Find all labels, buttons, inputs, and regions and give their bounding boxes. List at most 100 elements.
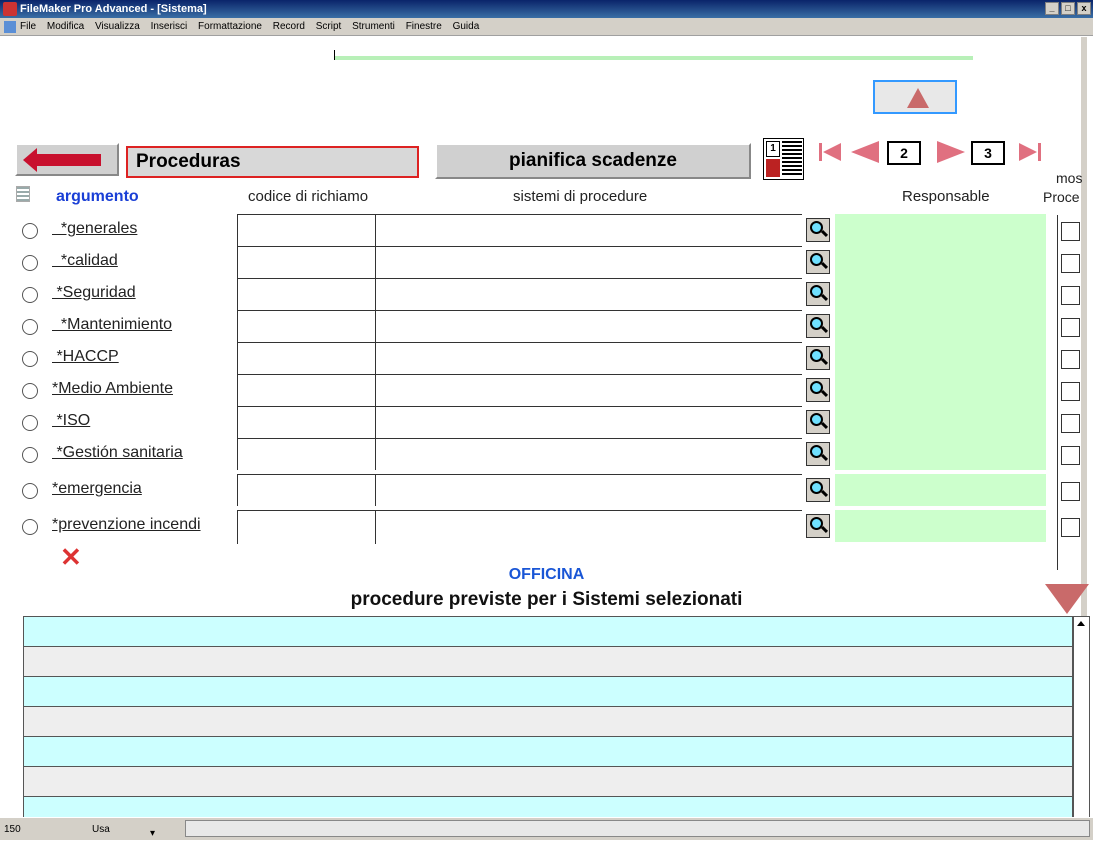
next-record-button[interactable] — [935, 141, 969, 163]
horizontal-scrollbar[interactable] — [185, 820, 1090, 837]
menu-file[interactable]: File — [20, 21, 36, 32]
procedures-portal[interactable] — [23, 616, 1073, 820]
argomento-link[interactable]: *HACCP — [52, 348, 118, 366]
show-checkbox[interactable] — [1061, 518, 1080, 537]
scroll-down-button[interactable] — [1045, 584, 1089, 620]
argomento-link[interactable]: *calidad — [52, 252, 118, 270]
menu-strumenti[interactable]: Strumenti — [352, 21, 395, 32]
menu-guida[interactable]: Guida — [453, 21, 480, 32]
system-field[interactable] — [375, 246, 802, 278]
search-icon[interactable] — [806, 282, 830, 306]
portal-row[interactable] — [24, 707, 1072, 737]
show-checkbox[interactable] — [1061, 382, 1080, 401]
row-radio[interactable] — [22, 415, 38, 431]
search-icon[interactable] — [806, 514, 830, 538]
back-button[interactable] — [15, 143, 119, 176]
system-field[interactable] — [375, 474, 802, 506]
row-radio[interactable] — [22, 447, 38, 463]
search-icon[interactable] — [806, 250, 830, 274]
show-checkbox[interactable] — [1061, 286, 1080, 305]
plan-deadlines-button[interactable]: pianifica scadenze — [435, 143, 751, 179]
last-record-button[interactable] — [1019, 141, 1043, 163]
system-field[interactable] — [375, 278, 802, 310]
system-field[interactable] — [375, 374, 802, 406]
responsabile-field[interactable] — [835, 278, 1046, 310]
argomento-link[interactable]: *Medio Ambiente — [52, 380, 173, 398]
portal-row[interactable] — [24, 647, 1072, 677]
search-icon[interactable] — [806, 346, 830, 370]
first-record-button[interactable] — [819, 141, 843, 163]
close-button[interactable]: x — [1077, 2, 1091, 15]
system-field[interactable] — [375, 438, 802, 470]
row-radio[interactable] — [22, 351, 38, 367]
scroll-up-button[interactable] — [873, 80, 957, 114]
system-field[interactable] — [375, 342, 802, 374]
argomento-link[interactable]: *emergencia — [52, 480, 142, 498]
chevron-down-icon[interactable]: ▾ — [150, 824, 160, 839]
show-checkbox[interactable] — [1061, 414, 1080, 433]
row-radio[interactable] — [22, 483, 38, 499]
search-icon[interactable] — [806, 478, 830, 502]
responsabile-field[interactable] — [835, 510, 1046, 542]
responsabile-field[interactable] — [835, 438, 1046, 470]
maximize-button[interactable]: □ — [1061, 2, 1075, 15]
search-icon[interactable] — [806, 442, 830, 466]
portal-row[interactable] — [24, 617, 1072, 647]
show-checkbox[interactable] — [1061, 222, 1080, 241]
menu-formattazione[interactable]: Formattazione — [198, 21, 262, 32]
row-radio[interactable] — [22, 255, 38, 271]
row-radio[interactable] — [22, 287, 38, 303]
row-radio[interactable] — [22, 319, 38, 335]
responsabile-field[interactable] — [835, 474, 1046, 506]
argomento-link[interactable]: *prevenzione incendi — [52, 516, 201, 534]
search-icon[interactable] — [806, 314, 830, 338]
menu-inserisci[interactable]: Inserisci — [151, 21, 188, 32]
portal-scrollbar[interactable] — [1073, 616, 1090, 820]
code-field[interactable] — [237, 310, 376, 342]
code-field[interactable] — [237, 510, 376, 544]
system-field[interactable] — [375, 406, 802, 438]
argomento-link[interactable]: *Seguridad — [52, 284, 135, 302]
argomento-link[interactable]: *Mantenimiento — [52, 316, 172, 334]
row-radio[interactable] — [22, 383, 38, 399]
zoom-level[interactable]: 150 — [4, 820, 21, 840]
mode-selector[interactable]: Usa — [92, 820, 110, 840]
code-field[interactable] — [237, 438, 376, 470]
responsabile-field[interactable] — [835, 214, 1046, 246]
search-icon[interactable] — [806, 218, 830, 242]
system-field[interactable] — [375, 310, 802, 342]
responsabile-field[interactable] — [835, 342, 1046, 374]
show-checkbox[interactable] — [1061, 446, 1080, 465]
minimize-button[interactable]: _ — [1045, 2, 1059, 15]
code-field[interactable] — [237, 214, 376, 246]
code-field[interactable] — [237, 278, 376, 310]
code-field[interactable] — [237, 246, 376, 278]
show-checkbox[interactable] — [1061, 318, 1080, 337]
system-field[interactable] — [375, 214, 802, 246]
system-field[interactable] — [375, 510, 802, 544]
scroll-up-arrow-icon[interactable] — [1077, 621, 1085, 626]
row-radio[interactable] — [22, 223, 38, 239]
report-film-icon[interactable]: 1 — [763, 138, 804, 180]
menu-script[interactable]: Script — [316, 21, 342, 32]
code-field[interactable] — [237, 374, 376, 406]
argomento-link[interactable]: *Gestión sanitaria — [52, 444, 182, 462]
responsabile-field[interactable] — [835, 406, 1046, 438]
responsabile-field[interactable] — [835, 374, 1046, 406]
previous-record-button[interactable] — [847, 141, 881, 163]
show-checkbox[interactable] — [1061, 254, 1080, 273]
show-checkbox[interactable] — [1061, 350, 1080, 369]
portal-row[interactable] — [24, 767, 1072, 797]
code-field[interactable] — [237, 474, 376, 506]
code-field[interactable] — [237, 406, 376, 438]
portal-row[interactable] — [24, 677, 1072, 707]
show-checkbox[interactable] — [1061, 482, 1080, 501]
argomento-link[interactable]: *ISO — [52, 412, 90, 430]
row-radio[interactable] — [22, 519, 38, 535]
menu-visualizza[interactable]: Visualizza — [95, 21, 140, 32]
menu-finestre[interactable]: Finestre — [406, 21, 442, 32]
argomento-link[interactable]: *generales — [52, 220, 138, 238]
portal-row[interactable] — [24, 737, 1072, 767]
menu-record[interactable]: Record — [273, 21, 305, 32]
responsabile-field[interactable] — [835, 310, 1046, 342]
